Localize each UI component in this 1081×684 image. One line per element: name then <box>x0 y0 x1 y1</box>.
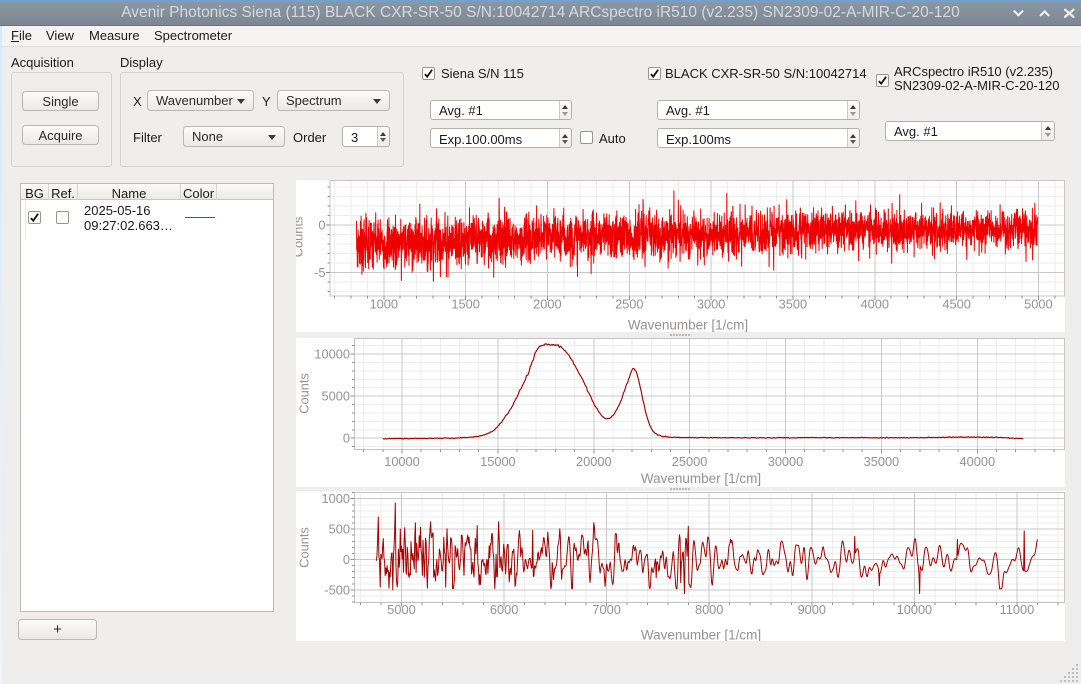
svg-text:-500: -500 <box>324 582 350 597</box>
svg-text:40000: 40000 <box>960 454 996 469</box>
svg-text:9000: 9000 <box>798 602 826 617</box>
svg-text:3500: 3500 <box>779 296 807 311</box>
svg-text:25000: 25000 <box>672 454 708 469</box>
svg-text:11000: 11000 <box>1000 602 1035 617</box>
svg-text:6000: 6000 <box>490 602 518 617</box>
svg-text:5000: 5000 <box>1024 296 1052 311</box>
svg-text:2000: 2000 <box>533 296 561 311</box>
svg-text:Wavenumber [1/cm]: Wavenumber [1/cm] <box>641 627 761 641</box>
svg-text:0: 0 <box>318 218 325 233</box>
svg-text:10000: 10000 <box>384 454 420 469</box>
svg-text:35000: 35000 <box>864 454 900 469</box>
svg-text:0: 0 <box>343 552 350 567</box>
svg-text:Counts: Counts <box>296 217 306 258</box>
svg-text:Wavenumber [1/cm]: Wavenumber [1/cm] <box>641 471 761 486</box>
svg-text:500: 500 <box>329 521 350 536</box>
svg-text:8000: 8000 <box>695 602 723 617</box>
svg-text:0: 0 <box>343 430 350 445</box>
svg-text:-5: -5 <box>314 265 325 280</box>
svg-text:10000: 10000 <box>314 346 350 361</box>
svg-text:30000: 30000 <box>768 454 804 469</box>
svg-text:20000: 20000 <box>576 454 612 469</box>
svg-text:Counts: Counts <box>297 527 312 568</box>
svg-text:10000: 10000 <box>897 602 933 617</box>
svg-text:7000: 7000 <box>592 602 620 617</box>
svg-text:5000: 5000 <box>387 602 415 617</box>
svg-text:5000: 5000 <box>322 388 350 403</box>
svg-text:15000: 15000 <box>480 454 516 469</box>
svg-text:2500: 2500 <box>615 296 643 311</box>
svg-text:3000: 3000 <box>697 296 725 311</box>
svg-text:1500: 1500 <box>451 296 479 311</box>
svg-text:4000: 4000 <box>861 296 889 311</box>
svg-text:Wavenumber [1/cm]: Wavenumber [1/cm] <box>628 318 748 332</box>
svg-text:1000: 1000 <box>322 491 350 506</box>
svg-text:1000: 1000 <box>370 296 398 311</box>
svg-text:4500: 4500 <box>942 296 970 311</box>
svg-text:Counts: Counts <box>297 373 312 414</box>
